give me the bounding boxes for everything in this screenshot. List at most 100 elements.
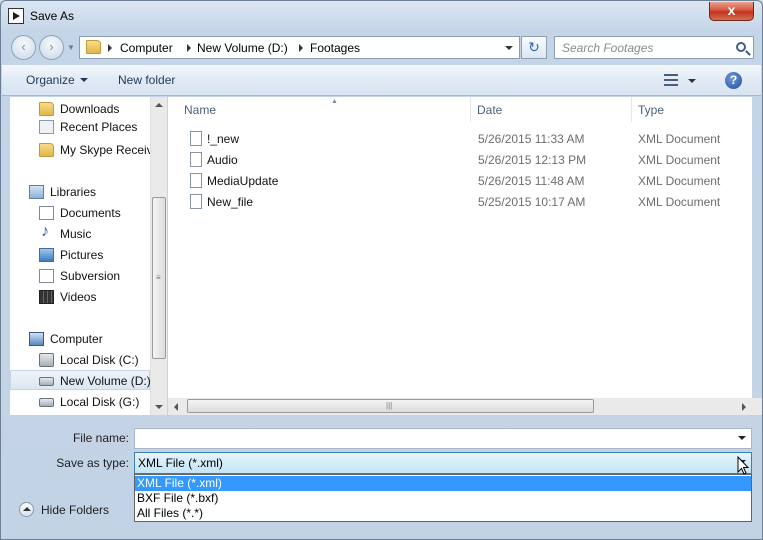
file-list: Name ▲ Date Type !_new 5/26/2015 11:33 A… [168,97,752,415]
file-list-horizontal-scrollbar[interactable]: ||| [168,398,752,415]
sidebar-item-label: Documents [60,206,121,220]
scrollbar-thumb[interactable]: ||| [187,399,594,413]
sidebar-item-subversion[interactable]: Subversion [10,266,150,286]
videos-icon [39,290,54,304]
libraries-icon [29,185,44,199]
option-xml-file[interactable]: XML File (*.xml) [135,476,751,491]
folder-icon [39,143,54,157]
xml-file-icon [190,131,202,146]
file-type: XML Document [638,195,721,209]
drive-icon [39,398,54,407]
sidebar-item-label: Pictures [60,248,104,262]
documents-icon [39,206,54,220]
table-row[interactable]: Audio 5/26/2015 12:13 PM XML Document [168,149,752,170]
file-name: MediaUpdate [207,174,279,188]
scrollbar-thumb[interactable]: ≡ [152,197,166,359]
window-title: Save As [30,9,75,23]
file-name-input[interactable] [134,428,752,449]
organize-label: Organize [26,73,75,87]
table-row[interactable]: New_file 5/25/2015 10:17 AM XML Document [168,191,752,212]
xml-file-icon [190,152,202,167]
recent-pages-dropdown-icon[interactable]: ▼ [67,43,75,52]
documents-icon [39,269,54,283]
file-name: Audio [207,153,238,167]
new-folder-button[interactable]: New folder [118,73,175,87]
sidebar-item-libraries[interactable]: Libraries [10,182,150,202]
sidebar-item-new-volume-d[interactable]: New Volume (D:) [10,370,150,390]
file-name: !_new [207,132,240,146]
change-view-icon[interactable] [664,74,678,86]
sidebar-item-music[interactable]: Music [10,223,150,244]
file-date: 5/26/2015 11:48 AM [478,174,585,188]
file-type: XML Document [638,153,721,167]
sidebar-item-skype-files[interactable]: My Skype Received Files [10,140,150,160]
sidebar-item-label: Local Disk (C:) [60,353,139,367]
column-header-date[interactable]: Date [471,97,632,122]
file-name: New_file [207,195,254,209]
sidebar-item-label: New Volume (D:) [60,374,150,388]
breadcrumb-footages[interactable]: Footages [310,41,360,55]
sidebar-item-label: Videos [60,290,97,304]
sidebar-item-downloads[interactable]: Downloads [10,99,150,119]
scroll-left-icon[interactable] [174,403,178,411]
save-as-type-label: Save as type: [56,456,129,470]
navigation-pane: Downloads Recent Places My Skype Receive… [10,97,150,415]
sort-ascending-icon: ▲ [331,98,338,105]
scroll-right-icon[interactable] [742,403,746,411]
scrollbar-corner [752,398,762,415]
back-button[interactable]: ‹ [11,35,36,60]
chevron-up-icon [19,502,34,517]
file-type: XML Document [638,174,721,188]
file-name-dropdown-icon[interactable] [738,436,746,440]
recent-places-icon [39,120,54,134]
column-label: Type [638,103,665,117]
breadcrumb-new-volume[interactable]: New Volume (D:) [197,41,288,55]
breadcrumb-computer[interactable]: Computer [120,41,173,55]
address-dropdown-icon[interactable] [505,46,513,50]
search-input[interactable]: Search Footages [554,36,754,59]
column-header-name[interactable]: Name ▲ [178,97,471,122]
title-bar: Save As x [1,1,762,31]
table-row[interactable]: MediaUpdate 5/26/2015 11:48 AM XML Docum… [168,170,752,191]
column-header-type[interactable]: Type [632,97,752,122]
scroll-down-icon[interactable] [155,405,163,409]
hide-folders-label: Hide Folders [41,503,110,517]
file-date: 5/25/2015 10:17 AM [478,195,586,209]
drive-icon [39,377,54,386]
chevron-right-icon[interactable] [108,44,112,52]
pictures-icon [39,248,54,262]
option-all-files[interactable]: All Files (*.*) [135,506,751,521]
address-bar[interactable]: Computer New Volume (D:) Footages [79,36,520,59]
table-row[interactable]: !_new 5/26/2015 11:33 AM XML Document [168,128,752,149]
navigation-pane-scrollbar[interactable]: ≡ [150,97,167,415]
file-date: 5/26/2015 12:13 PM [478,153,587,167]
help-icon[interactable]: ? [725,72,742,89]
chevron-right-icon[interactable] [187,44,191,52]
sidebar-item-label: Music [60,227,92,241]
scroll-up-icon[interactable] [155,103,163,107]
column-label: Name [184,103,217,117]
sidebar-item-videos[interactable]: Videos [10,287,150,307]
navigation-bar: ‹ › ▼ Computer New Volume (D:) Footages … [1,31,762,64]
sidebar-item-pictures[interactable]: Pictures [10,245,150,265]
sidebar-item-label: My Skype Received Files [60,143,150,157]
chevron-right-icon[interactable] [299,44,303,52]
selected-type-value: XML File (*.xml) [138,456,223,470]
forward-button[interactable]: › [39,35,64,60]
refresh-button[interactable]: ↻ [521,36,547,59]
save-as-dialog: Save As x ‹ › ▼ Computer New Volume (D:)… [0,0,763,540]
file-type: XML Document [638,132,721,146]
sidebar-item-local-disk-c[interactable]: Local Disk (C:) [10,350,150,370]
sidebar-item-recent-places[interactable]: Recent Places [10,117,150,137]
search-icon[interactable] [736,42,746,52]
sidebar-item-documents[interactable]: Documents [10,203,150,223]
save-as-type-select[interactable]: XML File (*.xml) [134,452,752,474]
sidebar-item-label: Recent Places [60,120,138,134]
sidebar-item-computer[interactable]: Computer [10,329,150,349]
folder-icon [39,102,54,116]
close-button[interactable]: x [709,2,754,21]
sidebar-item-local-disk-g[interactable]: Local Disk (G:) [10,392,150,412]
organize-button[interactable]: Organize [26,73,88,87]
option-bxf-file[interactable]: BXF File (*.bxf) [135,491,751,506]
view-options-dropdown-icon[interactable] [688,79,696,83]
